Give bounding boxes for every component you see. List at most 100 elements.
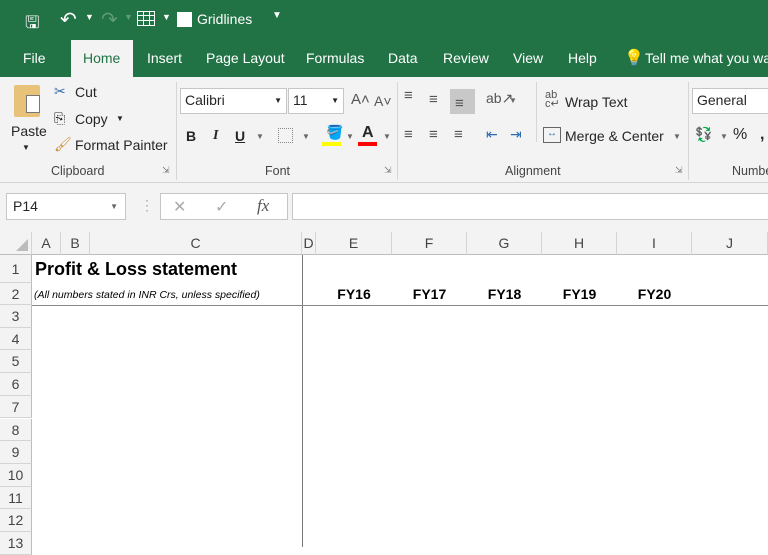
paste-button[interactable]: Paste [11, 123, 47, 139]
column-header[interactable]: J [692, 232, 768, 255]
undo-dropdown-icon[interactable]: ▼ [85, 12, 94, 22]
cell-g2-year[interactable]: FY18 [467, 286, 542, 302]
row-2-bottom-border [32, 305, 768, 306]
paste-dropdown-icon[interactable]: ▼ [22, 143, 30, 152]
row-header[interactable]: 12 [0, 509, 32, 532]
tab-help[interactable]: Help [568, 50, 597, 66]
tab-view[interactable]: View [513, 50, 543, 66]
bottom-align-icon[interactable]: ≡ [450, 89, 475, 114]
increase-indent-icon[interactable]: ⇥ [510, 126, 522, 143]
row-header[interactable]: 4 [0, 327, 32, 351]
underline-dropdown-icon[interactable]: ▼ [256, 132, 264, 141]
column-header[interactable]: G [467, 232, 542, 255]
row-header[interactable]: 11 [0, 486, 32, 510]
tab-data[interactable]: Data [388, 50, 418, 66]
clipboard-launcher-icon[interactable]: ⇲ [162, 165, 170, 176]
name-box[interactable]: P14 ▼ [6, 193, 126, 220]
row-header[interactable]: 13 [0, 532, 32, 555]
column-header[interactable]: I [617, 232, 692, 255]
font-color-dropdown-icon[interactable]: ▼ [383, 132, 391, 141]
cancel-icon[interactable]: ✕ [173, 197, 186, 217]
row-header[interactable]: 10 [0, 463, 32, 487]
tell-me-search[interactable]: Tell me what you wa [645, 50, 768, 66]
top-align-icon[interactable]: ≡ [404, 87, 413, 104]
borders-dropdown-icon[interactable]: ▼ [302, 132, 310, 141]
decrease-font-icon[interactable]: A˅ [374, 93, 392, 109]
cell-i2-year[interactable]: FY20 [617, 286, 692, 302]
borders-icon[interactable] [278, 128, 293, 143]
alignment-launcher-icon[interactable]: ⇲ [675, 165, 683, 176]
font-name-select[interactable]: Calibri ▼ [180, 88, 287, 114]
accounting-dropdown-icon[interactable]: ▼ [720, 132, 728, 141]
column-header[interactable]: E [316, 232, 392, 255]
merge-center-button[interactable]: Merge & Center [565, 128, 664, 144]
gridlines-checkbox[interactable] [177, 12, 192, 27]
underline-button[interactable]: U [235, 128, 245, 144]
cell-c1-title[interactable]: Profit & Loss statement [35, 259, 237, 280]
formula-input[interactable] [292, 193, 768, 220]
chevron-down-icon: ▼ [110, 202, 118, 211]
drag-handle-icon[interactable]: ⋮ [140, 197, 154, 214]
merge-dropdown-icon[interactable]: ▼ [673, 132, 681, 141]
wrap-text-button[interactable]: Wrap Text [565, 94, 628, 110]
row-header[interactable]: 2 [0, 283, 32, 305]
cell-e2-year[interactable]: FY16 [316, 286, 392, 302]
column-header[interactable]: C [90, 232, 302, 255]
font-launcher-icon[interactable]: ⇲ [384, 165, 392, 176]
cell-c2-note[interactable]: (All numbers stated in INR Crs, unless s… [34, 289, 260, 301]
middle-align-icon[interactable]: ≡ [429, 91, 438, 108]
tab-page-layout[interactable]: Page Layout [206, 50, 285, 66]
row-header[interactable]: 6 [0, 373, 32, 396]
row-header[interactable]: 9 [0, 441, 32, 464]
align-right-icon[interactable]: ≡ [454, 126, 463, 143]
paste-icon[interactable] [14, 85, 40, 117]
tab-insert[interactable]: Insert [147, 50, 182, 66]
copy-button[interactable]: Copy [75, 111, 108, 127]
grid-dropdown-icon[interactable]: ▼ [162, 12, 171, 22]
increase-font-icon[interactable]: A˄ [351, 91, 370, 108]
fill-dropdown-icon[interactable]: ▼ [346, 132, 354, 141]
format-painter-button[interactable]: Format Painter [75, 137, 168, 153]
column-header[interactable]: D [302, 232, 316, 255]
number-format-value: General [697, 92, 747, 108]
fill-color-icon[interactable]: 🪣 [326, 124, 343, 141]
select-all-button[interactable] [0, 232, 32, 255]
number-format-select[interactable]: General [692, 88, 768, 114]
enter-check-icon[interactable]: ✓ [215, 197, 228, 217]
accounting-format-icon[interactable]: 💱 [695, 126, 712, 143]
column-header[interactable]: A [32, 232, 61, 255]
cell-h2-year[interactable]: FY19 [542, 286, 617, 302]
save-icon[interactable]: 🖫 [25, 10, 39, 39]
row-header[interactable]: 7 [0, 395, 32, 419]
chevron-down-icon: ▼ [331, 96, 339, 105]
cell-f2-year[interactable]: FY17 [392, 286, 467, 302]
column-header[interactable]: H [542, 232, 617, 255]
copy-dropdown-icon[interactable]: ▼ [116, 114, 124, 123]
row-header[interactable]: 1 [0, 255, 32, 283]
font-color-icon[interactable]: A [362, 124, 374, 142]
font-size-select[interactable]: 11 ▼ [288, 88, 344, 114]
align-center-icon[interactable]: ≡ [429, 126, 438, 143]
tab-review[interactable]: Review [443, 50, 489, 66]
undo-icon[interactable]: ↶ [60, 7, 77, 32]
column-header[interactable]: B [61, 232, 90, 255]
row-header[interactable]: 5 [0, 350, 32, 374]
ribbon-tabs: File Home Insert Page Layout Formulas Da… [0, 40, 768, 77]
italic-button[interactable]: I [213, 128, 218, 144]
align-left-icon[interactable]: ≡ [404, 126, 413, 143]
row-header[interactable]: 3 [0, 305, 32, 328]
bold-button[interactable]: B [186, 128, 196, 144]
insert-function-button[interactable]: fx [257, 196, 269, 216]
comma-style-icon[interactable]: , [760, 126, 764, 144]
decrease-indent-icon[interactable]: ⇤ [486, 126, 498, 143]
tab-formulas[interactable]: Formulas [306, 50, 364, 66]
column-header[interactable]: F [392, 232, 467, 255]
tab-file[interactable]: File [23, 50, 46, 66]
cut-button[interactable]: Cut [75, 84, 97, 100]
tab-home[interactable]: Home [71, 40, 133, 77]
row-header[interactable]: 8 [0, 418, 32, 442]
table-grid-icon[interactable] [137, 11, 155, 26]
customize-qat-icon[interactable]: ▼ [272, 10, 282, 21]
orientation-dropdown-icon[interactable]: ▼ [509, 96, 517, 105]
percent-button[interactable]: % [733, 126, 747, 144]
